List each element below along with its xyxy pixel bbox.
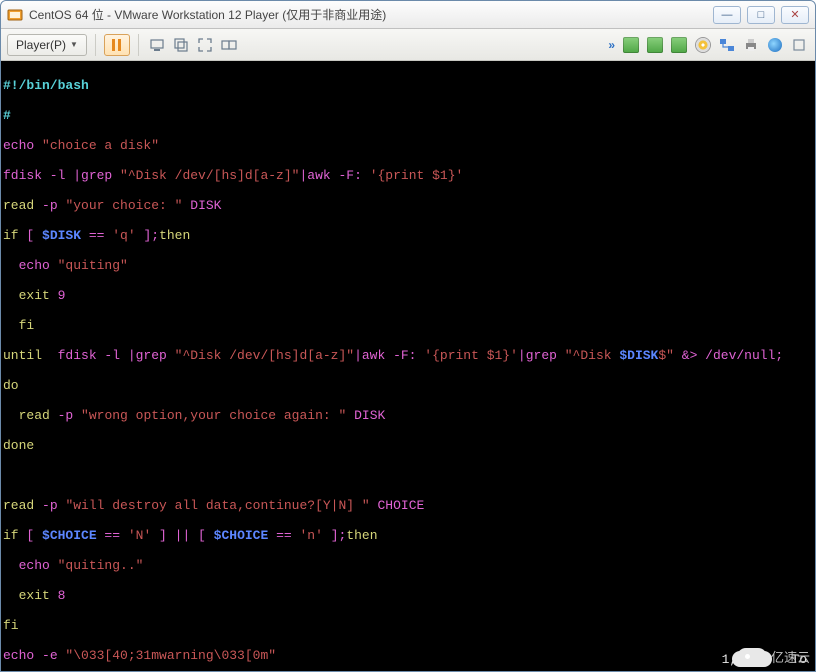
toolbar: Player(P) ▼ »: [1, 29, 815, 61]
sound-icon[interactable]: [765, 35, 785, 55]
close-button[interactable]: ✕: [781, 6, 809, 24]
code-line: echo "choice a disk": [3, 138, 813, 153]
fullscreen-button[interactable]: [195, 35, 215, 55]
code-line: echo "quiting": [3, 258, 813, 273]
code-line: read -p "will destroy all data,continue?…: [3, 498, 813, 513]
code-line: if [ $CHOICE == 'N' ] || [ $CHOICE == 'n…: [3, 528, 813, 543]
titlebar[interactable]: CentOS 64 位 - VMware Workstation 12 Play…: [1, 1, 815, 29]
cursor-position: 1,1: [722, 652, 745, 667]
code-line: echo "quiting..": [3, 558, 813, 573]
network-adapter-icon[interactable]: [717, 35, 737, 55]
code-line: read -p "your choice: " DISK: [3, 198, 813, 213]
code-line: if [ $DISK == 'q' ];then: [3, 228, 813, 243]
snapshot-button[interactable]: [171, 35, 191, 55]
cd-drive-icon[interactable]: [693, 35, 713, 55]
separator: [95, 34, 96, 56]
player-menu-label: Player(P): [16, 38, 66, 52]
separator: [138, 34, 139, 56]
minimize-button[interactable]: —: [713, 6, 741, 24]
window-controls: — □ ✕: [713, 6, 809, 24]
code-line: fdisk -l |grep "^Disk /dev/[hs]d[a-z]"|a…: [3, 168, 813, 183]
usb-icon[interactable]: [789, 35, 809, 55]
terminal-viewport[interactable]: #!/bin/bash # echo "choice a disk" fdisk…: [1, 61, 815, 671]
code-line: fi: [3, 618, 813, 633]
window-title: CentOS 64 位 - VMware Workstation 12 Play…: [29, 6, 713, 23]
code-line: exit 9: [3, 288, 813, 303]
code-line: echo -e "\033[40;31mwarning\033[0m": [3, 648, 813, 663]
player-menu-button[interactable]: Player(P) ▼: [7, 34, 87, 56]
vmware-window: CentOS 64 位 - VMware Workstation 12 Play…: [0, 0, 816, 672]
maximize-button[interactable]: □: [747, 6, 775, 24]
code-line: fi: [3, 318, 813, 333]
hard-disk-2-icon[interactable]: [645, 35, 665, 55]
chevron-right-icon[interactable]: »: [608, 38, 615, 52]
vmware-icon: [7, 7, 23, 23]
pause-button[interactable]: [104, 34, 130, 56]
code-line: #: [3, 108, 813, 123]
hard-disk-1-icon[interactable]: [621, 35, 641, 55]
unity-button[interactable]: [219, 35, 239, 55]
code-line: done: [3, 438, 813, 453]
mode-indicator: To: [791, 652, 807, 667]
printer-icon[interactable]: [741, 35, 761, 55]
toolbar-right: »: [608, 35, 809, 55]
code-line: read -p "wrong option,your choice again:…: [3, 408, 813, 423]
code-line: #!/bin/bash: [3, 78, 813, 93]
code-line: do: [3, 378, 813, 393]
code-line: exit 8: [3, 588, 813, 603]
code-line: until fdisk -l |grep "^Disk /dev/[hs]d[a…: [3, 348, 813, 363]
pause-icon: [112, 39, 121, 51]
hard-disk-3-icon[interactable]: [669, 35, 689, 55]
chevron-down-icon: ▼: [70, 40, 78, 49]
code-line: [3, 468, 813, 483]
send-ctrl-alt-del-button[interactable]: [147, 35, 167, 55]
